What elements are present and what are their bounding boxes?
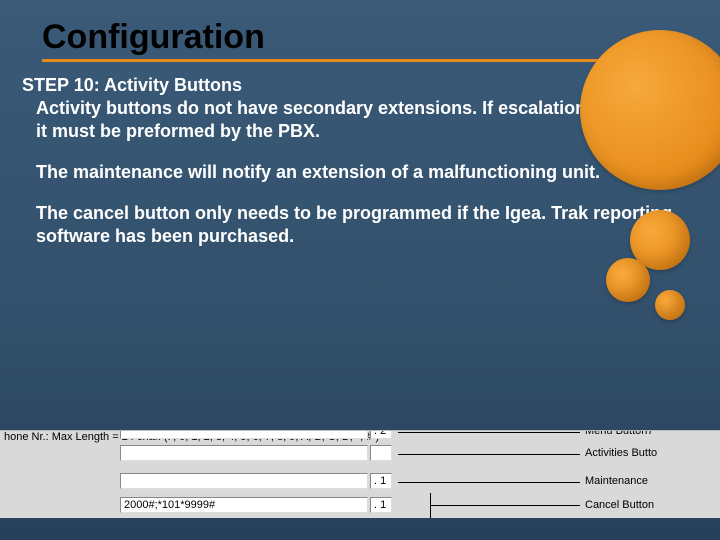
ext-field[interactable] [370,445,392,461]
config-row: 2000#;*101*9999# . 1 Cancel Button [0,497,720,515]
row-label: Maintenance [585,475,648,487]
config-row: . 1 Maintenance [0,473,720,491]
slide-title: Configuration [42,18,265,57]
paragraph-2: The maintenance will notify an extension… [22,161,690,184]
config-row: Activities Butto [0,445,720,463]
config-row: . 2 Menu Button7 [0,430,720,441]
phone-field[interactable] [120,473,368,489]
decor-circle-small-1 [606,258,650,302]
paragraph-3: The cancel button only needs to be progr… [22,202,690,248]
row-label: Cancel Button [585,499,654,511]
ext-field[interactable]: . 1 [370,473,392,489]
row-label: Activities Butto [585,447,657,459]
connector-line [398,432,580,433]
slide: Configuration STEP 10: Activity Buttons … [0,0,720,540]
config-panel: hone Nr.: Max Length = 24 char. (F, 0, 1… [0,430,720,518]
phone-field[interactable] [120,445,368,461]
phone-field[interactable] [120,430,368,439]
decor-circle-small-2 [655,290,685,320]
connector-line [398,482,580,483]
ext-field[interactable]: . 1 [370,497,392,513]
connector-line [398,454,580,455]
connector-line [430,505,580,506]
phone-field[interactable]: 2000#;*101*9999# [120,497,368,513]
ext-field[interactable]: . 2 [370,430,392,439]
row-label: Menu Button7 [585,430,654,437]
